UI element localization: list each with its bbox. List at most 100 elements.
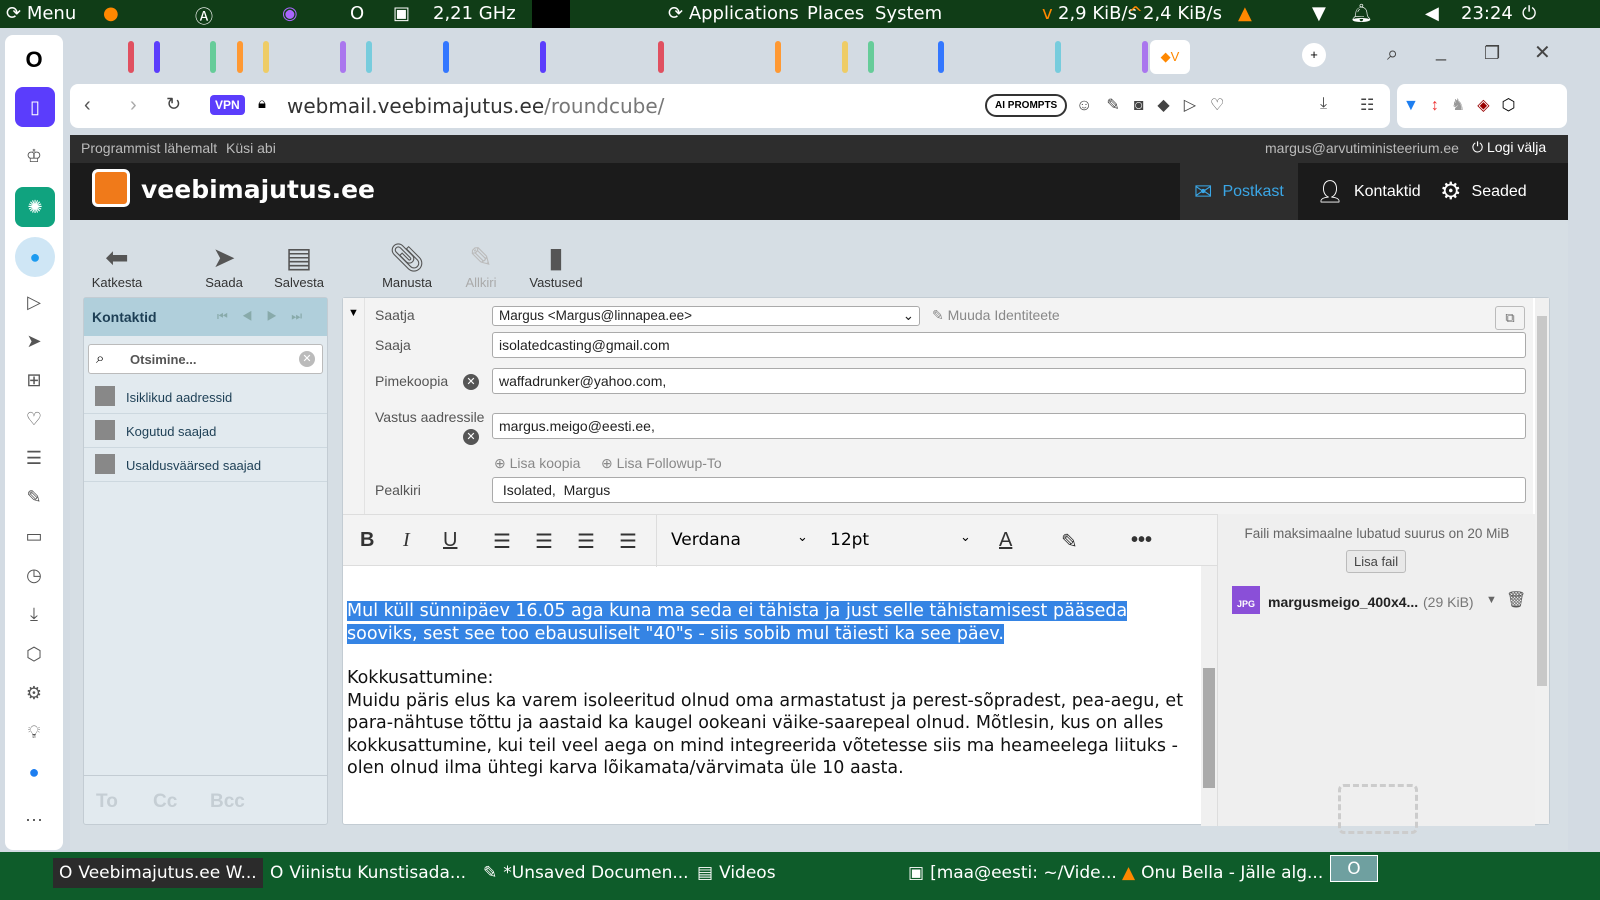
contacts-pager[interactable]: ⏮◀▶⏭ — [217, 309, 316, 324]
tab-island[interactable] — [128, 41, 134, 73]
wifi-icon[interactable]: ▼ — [1312, 3, 1326, 24]
add-bcc-button[interactable]: Bcc — [210, 791, 245, 813]
tabs-icon[interactable]: ▭ — [19, 521, 49, 551]
taskbar-item[interactable]: ▤ Videos — [697, 858, 776, 888]
add-file-button[interactable]: Lisa fail — [1346, 550, 1407, 573]
tab-island[interactable] — [154, 41, 160, 73]
heart-icon[interactable]: ♡ — [19, 404, 49, 434]
taskbar-item[interactable]: ✎ *Unsaved Documen... — [483, 858, 689, 888]
tab-island[interactable] — [366, 41, 372, 73]
send-button[interactable]: ➤ Saada — [189, 241, 259, 290]
player-icon[interactable]: ▷ — [19, 287, 49, 317]
taskbar-item[interactable]: ▣ [maa@eesti: ~/Vide... — [908, 858, 1117, 888]
remove-bcc-icon[interactable]: ✕ — [463, 374, 479, 390]
tab-island[interactable] — [210, 41, 216, 73]
font-family-select[interactable]: Verdana ⌄ — [656, 515, 816, 567]
edit-icon[interactable]: ✎ — [19, 482, 49, 512]
clear-search-icon[interactable]: ✕ — [299, 351, 315, 367]
lightbulb-icon[interactable]: 💡︎ — [19, 717, 49, 747]
signature-button[interactable]: ✎ Allkiri — [446, 241, 516, 290]
tab-island[interactable] — [938, 41, 944, 73]
bcc-input[interactable]: waffadrunker@yahoo.com, — [492, 368, 1526, 394]
workspace-switcher[interactable]: O — [1330, 855, 1378, 882]
terminal-icon[interactable]: ▣ — [393, 3, 410, 24]
taskbar-item-active[interactable]: O Veebimajutus.ee W... — [53, 858, 263, 888]
underline-button[interactable]: U — [443, 529, 457, 552]
downloads-icon[interactable]: ⤓ — [19, 599, 49, 629]
save-button[interactable]: ▤ Salvesta — [264, 241, 334, 290]
bell-icon[interactable]: 🔔︎ — [1350, 3, 1373, 24]
cancel-button[interactable]: ⬅ Katkesta — [82, 241, 152, 290]
logout-button[interactable]: ⏻ Logi välja — [1472, 139, 1546, 156]
accessibility-icon[interactable]: Ⓐ — [195, 3, 213, 29]
tab-island[interactable] — [443, 41, 449, 73]
contacts-search[interactable]: ⌕ Otsimine... ✕ — [88, 344, 323, 374]
subject-input[interactable]: Isolated, Margus — [492, 477, 1526, 503]
lock-icon[interactable]: 🔒︎ — [258, 95, 266, 112]
opera-icon[interactable]: O — [350, 3, 364, 24]
font-size-select[interactable]: 12pt ⌄ — [816, 515, 981, 567]
twitter-icon[interactable]: ● — [15, 237, 55, 277]
add-cc-link[interactable]: ⊕ Lisa koopia — [494, 455, 580, 472]
search-tabs-icon[interactable]: ⌕ — [1387, 43, 1398, 66]
taskbar-item[interactable]: ▲ Onu Bella - Jälle alg... — [1122, 858, 1323, 888]
opera-logo-icon[interactable]: O — [19, 45, 49, 75]
tor-icon[interactable]: ◉ — [282, 3, 298, 24]
settings-icon[interactable]: ⚙ — [19, 678, 49, 708]
close-window-button[interactable]: ✕ — [1534, 40, 1551, 65]
edit-identity-link[interactable]: ✎ Muuda Identiteete — [932, 307, 1060, 324]
justify-button[interactable]: ☰ — [619, 529, 637, 554]
nav-contacts[interactable]: 👤︎ Kontaktid — [1302, 163, 1435, 220]
add-to-button[interactable]: To — [96, 791, 118, 813]
tab-island[interactable] — [540, 41, 546, 73]
tab-island[interactable] — [868, 41, 874, 73]
italic-button[interactable]: I — [403, 529, 410, 552]
attachment-menu-icon[interactable]: ▼ — [1486, 594, 1497, 606]
places-menu[interactable]: Places — [807, 3, 864, 24]
vlc-icon[interactable]: ▲ — [1238, 3, 1252, 24]
scrollbar-thumb[interactable] — [1203, 668, 1215, 788]
from-select[interactable]: Margus <Margus@linnapea.ee> ⌄ — [492, 306, 920, 326]
attachment-name[interactable]: margusmeigo_400x4... — [1268, 594, 1418, 610]
menu-button[interactable]: ⟳ Menu — [6, 3, 76, 24]
url-field[interactable]: webmail.veebimajutus.ee/roundcube/ — [287, 94, 664, 118]
add-cc-button[interactable]: Cc — [153, 791, 177, 813]
workspace-icon[interactable]: ▯ — [15, 87, 55, 127]
extension-icons[interactable]: ▼↕♞◈⬡ — [1403, 95, 1527, 115]
taskbar-item[interactable]: O Viinistu Kunstisada... — [270, 858, 466, 888]
tab-island[interactable] — [237, 41, 243, 73]
forward-button[interactable]: › — [130, 94, 137, 117]
responses-button[interactable]: ▮ Vastused — [521, 241, 591, 290]
tab-island[interactable] — [1055, 41, 1061, 73]
apps-icon[interactable]: ⊞ — [19, 365, 49, 395]
message-body-editor[interactable]: Mul küll sünnipäev 16.05 aga kuna ma sed… — [343, 566, 1201, 826]
chat-icon[interactable]: ● — [19, 757, 49, 787]
align-right-button[interactable]: ☰ — [577, 529, 595, 554]
new-tab-button[interactable]: + — [1302, 43, 1326, 67]
downloads-button[interactable]: ⤓ — [1320, 95, 1327, 113]
tab-island[interactable] — [658, 41, 664, 73]
bold-button[interactable]: B — [360, 529, 374, 552]
address-bar-actions[interactable]: ☺✎◙◆▷♡ — [1076, 95, 1238, 115]
popout-button[interactable]: ⧉ — [1495, 306, 1525, 330]
tab-island[interactable] — [775, 41, 781, 73]
easy-setup-icon[interactable]: ☷ — [1360, 95, 1374, 115]
active-tab[interactable]: ◆V — [1150, 40, 1190, 74]
attach-button[interactable]: 📎︎ Manusta — [372, 241, 442, 290]
more-icon[interactable]: ⋯ — [19, 805, 49, 835]
compose-scrollbar[interactable] — [1535, 298, 1549, 824]
scrollbar-thumb[interactable] — [1537, 316, 1547, 686]
headers-toggle[interactable]: ▼ — [343, 298, 365, 514]
group-item[interactable]: Kogutud saajad — [84, 414, 327, 448]
highlight-button[interactable]: ✎ — [1061, 529, 1078, 554]
firefox-icon[interactable]: ● — [103, 3, 119, 24]
tab-island[interactable] — [842, 41, 848, 73]
volume-icon[interactable]: ◀ — [1425, 3, 1439, 24]
send-icon[interactable]: ➤ — [19, 326, 49, 356]
maximize-button[interactable]: ❐ — [1484, 43, 1500, 64]
more-options-button[interactable]: ••• — [1131, 529, 1152, 552]
minimize-button[interactable]: _ — [1436, 41, 1446, 62]
help-link[interactable]: Küsi abi — [226, 140, 276, 156]
text-color-button[interactable]: A — [999, 529, 1012, 552]
chatgpt-icon[interactable]: ✺ — [15, 187, 55, 227]
